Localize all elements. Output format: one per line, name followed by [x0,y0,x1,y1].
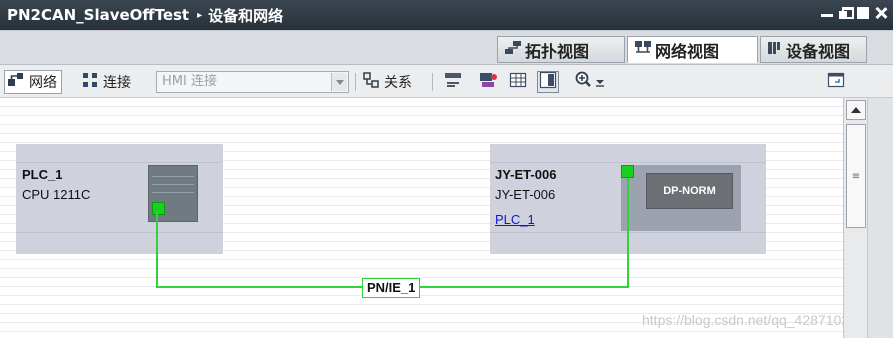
tab-device-view[interactable]: 设备视图 [760,36,867,63]
chevron-down-icon[interactable] [331,73,347,91]
relation-button[interactable]: 关系 [362,70,412,94]
side-panel-strip [867,98,893,338]
module-line [152,184,194,185]
maximize-icon[interactable] [857,7,869,19]
panel-icon [539,71,557,93]
table-view-button[interactable] [507,71,529,93]
window-properties-icon [827,71,845,93]
window-titlebar: PN2CAN_SlaveOffTest ▸ 设备和网络 [0,0,893,30]
tab-network-view[interactable]: 网络视图 [627,36,758,63]
slave-name: JY-ET-006 [495,167,557,182]
device-stripe [16,162,223,163]
connect-button[interactable]: 连接 [81,70,131,94]
topology-icon [504,40,522,60]
network-button[interactable]: 网络 [4,70,62,94]
editor-toolbar: 网络 连接 HMI 连接 关系 [0,64,893,98]
scroll-thumb[interactable]: ≡ [846,124,866,228]
minimize-icon[interactable] [821,7,833,17]
device-view-icon [767,40,783,60]
tab-network-label: 网络视图 [655,41,720,61]
hmi-connection-value: HMI 连接 [162,74,217,89]
grip-icon: ≡ [851,170,861,182]
plc-device-box[interactable]: PLC_1 CPU 1211C [16,144,223,254]
watermark-text: https://blog.csdn.net/qq_42871025 [642,312,857,328]
network-canvas[interactable]: PLC_1 CPU 1211C JY-ET-006 JY-ET-006 PLC_… [0,98,857,338]
module-line [152,192,194,193]
highlight-device-icon [478,71,498,93]
scroll-up-button[interactable] [846,100,866,120]
tab-topology-view[interactable]: 拓扑视图 [497,36,625,63]
tab-device-label: 设备视图 [786,41,851,61]
section-title: 设备和网络 [208,6,284,25]
network-mode-icon [7,72,25,92]
close-icon[interactable] [875,7,887,19]
properties-button[interactable] [825,71,847,93]
zoom-in-icon [574,71,606,93]
plc-profinet-port[interactable] [152,202,165,215]
slave-wire-vertical[interactable] [627,178,629,288]
assigned-controller-link[interactable]: PLC_1 [495,212,535,227]
zoom-button[interactable] [572,71,608,93]
slave-module-icon: DP-NORM [621,165,741,231]
toolbar-divider [432,73,433,91]
hmi-connection-select[interactable]: HMI 连接 [156,71,349,93]
plc-name: PLC_1 [22,167,63,182]
plc-type: CPU 1211C [22,187,91,202]
breadcrumb-separator: ▸ [197,9,203,21]
relation-button-label: 关系 [384,75,412,91]
float-window-icon[interactable] [839,7,854,19]
overview-panel-button[interactable] [537,71,559,93]
slave-profinet-port[interactable] [621,165,634,178]
dp-norm-module: DP-NORM [646,173,733,209]
network-view-icon [634,40,652,60]
highlight-button[interactable] [477,71,499,93]
slave-type: JY-ET-006 [495,187,556,202]
view-tabs-bar: 拓扑视图 网络视图 设备视图 [0,30,893,64]
connect-button-label: 连接 [103,75,131,91]
tab-topology-label: 拓扑视图 [525,41,590,61]
show-names-button[interactable] [442,71,464,93]
connect-icon [81,71,99,93]
device-stripe [490,162,766,163]
name-tag-icon [444,71,462,93]
window-controls [821,7,887,19]
module-line [152,176,194,177]
table-icon [509,71,527,93]
toolbar-divider [355,73,356,91]
device-stripe [16,232,223,233]
vertical-scrollbar[interactable]: ≡ [843,98,867,338]
network-button-label: 网络 [29,75,57,91]
project-title: PN2CAN_SlaveOffTest [7,6,190,24]
network-subnet-label[interactable]: PN/IE_1 [362,278,421,298]
plc-wire-vertical[interactable] [156,212,158,287]
relation-icon [362,71,380,93]
